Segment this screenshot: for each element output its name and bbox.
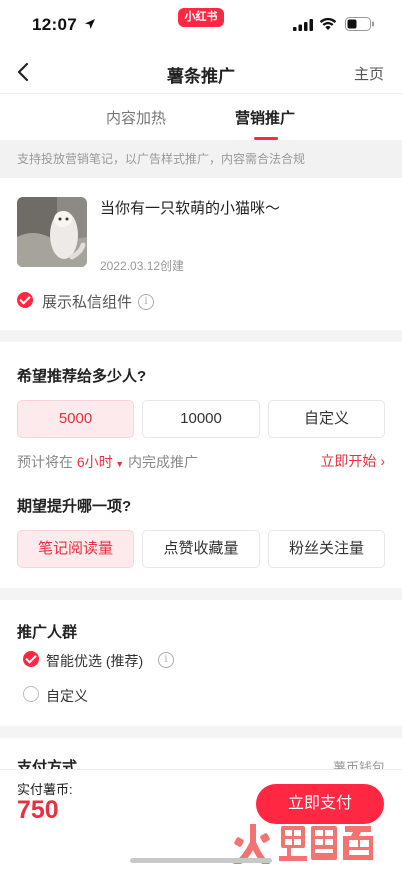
estimate-text: 预计将在 6小时 ▼ 内完成推广 [17, 452, 198, 472]
cellular-signal-icon [293, 19, 313, 31]
chevron-right-icon: › [380, 453, 385, 469]
battery-icon [345, 17, 374, 31]
dm-component-checkbox[interactable] [17, 292, 33, 308]
status-time: 12:07 [32, 15, 77, 34]
pay-amount: 750 [17, 796, 59, 824]
estimate-suffix: 内完成推广 [128, 454, 198, 470]
estimate-duration-select[interactable]: 6小时 [77, 454, 113, 470]
section-divider [0, 330, 402, 342]
target-title: 推广人群 [17, 624, 78, 641]
target-smart-label: 智能优选 (推荐) [46, 653, 144, 669]
tab-marketing-promotion[interactable]: 营销推广 [235, 107, 295, 128]
page-title: 薯条推广 [167, 67, 235, 86]
home-link[interactable]: 主页 [354, 63, 384, 84]
audience-option-5000[interactable]: 5000 [17, 400, 134, 438]
caret-down-icon: ▼ [112, 459, 125, 469]
goal-option-followers[interactable]: 粉丝关注量 [268, 530, 385, 568]
tab-bar: 内容加热 营销推广 [0, 95, 402, 140]
pay-now-button[interactable]: 立即支付 [256, 784, 384, 824]
audience-option-custom[interactable]: 自定义 [268, 400, 385, 438]
info-icon[interactable]: i [138, 294, 154, 310]
location-arrow-icon [85, 19, 95, 29]
navigation-bar: 薯条推广 主页 [0, 50, 402, 94]
dm-component-label: 展示私信组件 [42, 294, 133, 311]
target-custom-label: 自定义 [46, 688, 88, 704]
tab-content-boost[interactable]: 内容加热 [106, 107, 166, 128]
section-divider [0, 726, 402, 738]
notice-banner: 支持投放营销笔记，以广告样式推广，内容需合法合规 [0, 140, 402, 178]
goal-option-likes[interactable]: 点赞收藏量 [142, 530, 260, 568]
wifi-icon [319, 17, 337, 30]
goal-option-reads[interactable]: 笔记阅读量 [17, 530, 134, 568]
target-custom-radio[interactable] [23, 686, 39, 702]
info-icon[interactable]: i [158, 652, 174, 668]
estimate-prefix: 预计将在 [17, 454, 73, 470]
target-smart-radio[interactable] [23, 651, 39, 667]
note-created-date: 2022.03.12创建 [100, 259, 185, 273]
status-bar: 12:07 小红书 [0, 0, 402, 50]
home-indicator [130, 858, 272, 863]
start-now-label: 立即开始 [320, 453, 377, 469]
bottom-pay-bar: 实付薯币: 750 立即支付 [0, 769, 402, 871]
note-title: 当你有一只软萌的小猫咪～ [100, 200, 281, 217]
start-now-link[interactable]: 立即开始 › [320, 451, 385, 471]
goal-title: 期望提升哪一项? [17, 498, 132, 515]
note-thumbnail [17, 197, 87, 267]
app-badge: 小红书 [178, 8, 224, 27]
audience-size-title: 希望推荐给多少人? [17, 368, 147, 385]
section-divider [0, 588, 402, 600]
note-card: 当你有一只软萌的小猫咪～ 2022.03.12创建 展示私信组件 i [0, 178, 402, 330]
audience-option-10000[interactable]: 10000 [142, 400, 260, 438]
